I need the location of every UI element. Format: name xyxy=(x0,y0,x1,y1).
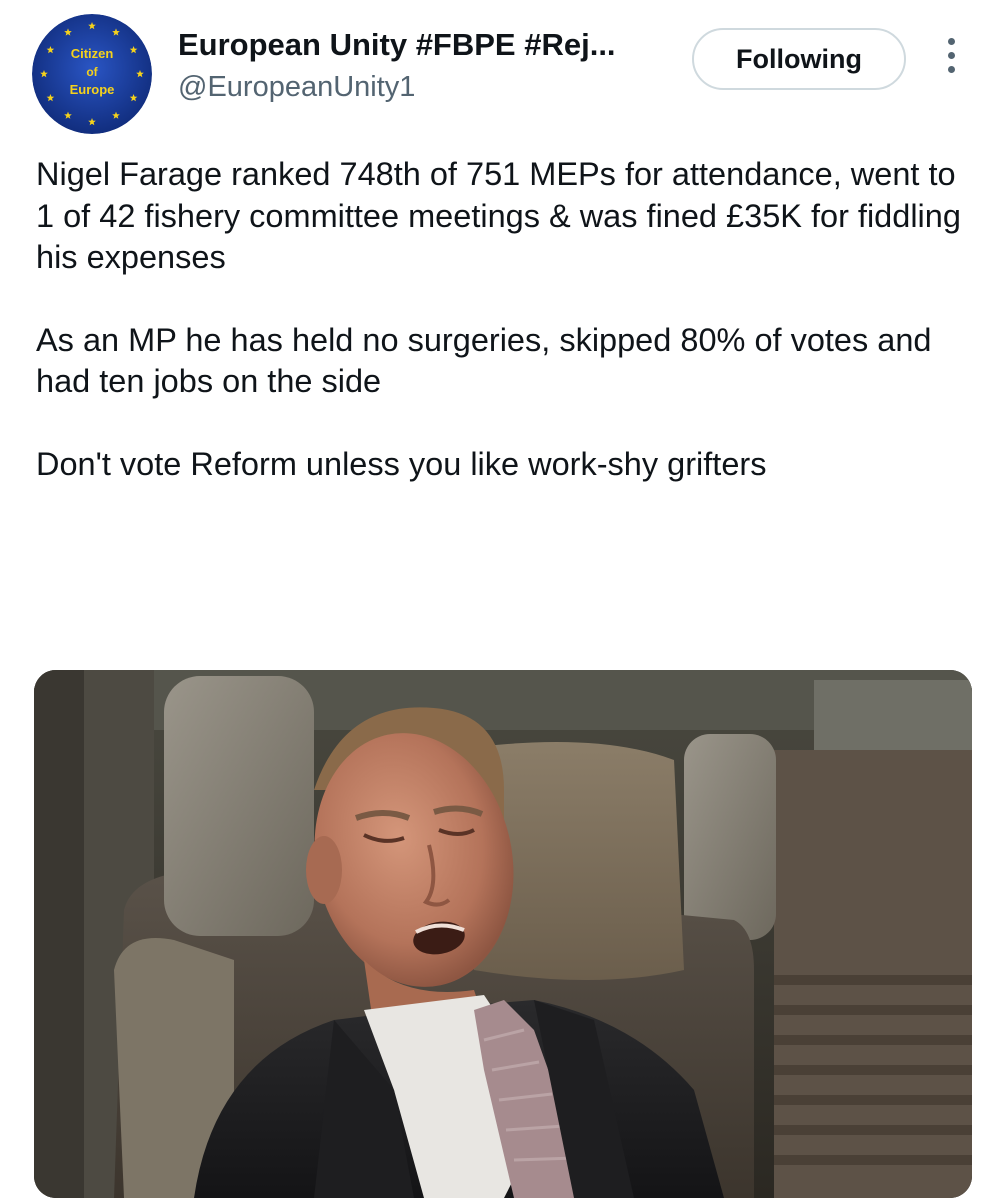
avatar-text-3: Europe xyxy=(70,82,115,97)
avatar[interactable]: Citizen of Europe xyxy=(32,14,152,134)
tweet-paragraph: As an MP he has held no surgeries, skipp… xyxy=(36,321,932,400)
photo-image xyxy=(34,670,972,1198)
author-block: European Unity #FBPE #Rej... @EuropeanUn… xyxy=(178,26,678,106)
tweet-paragraph: Nigel Farage ranked 748th of 751 MEPs fo… xyxy=(36,156,961,275)
avatar-text-2: of xyxy=(86,65,98,79)
display-name[interactable]: European Unity #FBPE #Rej... xyxy=(178,26,678,64)
tweet-card: Citizen of Europe European Unity #FBPE #… xyxy=(0,0,1006,1200)
more-vertical-icon[interactable] xyxy=(936,38,966,84)
avatar-text-1: Citizen xyxy=(71,46,114,61)
handle[interactable]: @EuropeanUnity1 xyxy=(178,68,678,106)
tweet-photo[interactable] xyxy=(34,670,972,1198)
eu-stars-logo-icon: Citizen of Europe xyxy=(32,14,152,134)
following-button[interactable]: Following xyxy=(692,28,906,90)
tweet-paragraph: Don't vote Reform unless you like work-s… xyxy=(36,445,767,482)
tweet-text: Nigel Farage ranked 748th of 751 MEPs fo… xyxy=(36,154,976,485)
